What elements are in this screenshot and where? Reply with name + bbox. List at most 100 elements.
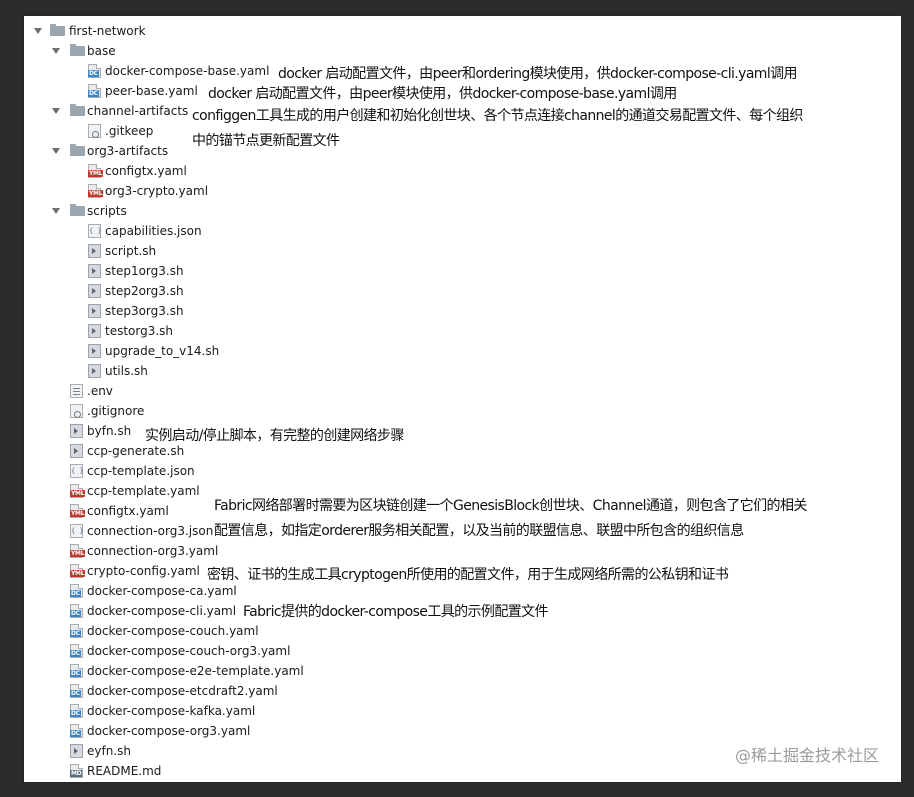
shell-script-icon (88, 264, 101, 278)
tree-file-row[interactable]: script.sh (24, 241, 901, 261)
ignore-file-icon (70, 404, 83, 418)
tree-file-row[interactable]: DC docker-compose-org3.yaml (24, 721, 901, 741)
tree-file-row[interactable]: YML configtx.yaml (24, 161, 901, 181)
annotation-configtx-line2: 配置信息，如指定orderer服务相关配置，以及当前的联盟信息、联盟中所包含的组… (214, 523, 744, 539)
tree-file-row[interactable]: step3org3.sh (24, 301, 901, 321)
file-type-badge: YML (88, 190, 104, 197)
tree-item-label: docker-compose-kafka.yaml (87, 704, 256, 718)
tree-file-row[interactable]: utils.sh (24, 361, 901, 381)
tree-item-label: step2org3.sh (105, 284, 184, 298)
docker-compose-file-icon: DC (88, 64, 101, 78)
file-type-badge: YML (70, 490, 86, 497)
tree-file-row[interactable]: capabilities.json (24, 221, 901, 241)
tree-file-row[interactable]: .gitignore (24, 401, 901, 421)
file-type-badge: YML (70, 510, 86, 517)
tree-item-label: org3-artifacts (87, 144, 169, 158)
json-file-icon (88, 224, 102, 238)
file-type-badge: DC (70, 610, 81, 617)
file-type-badge: YML (70, 570, 86, 577)
tree-folder-row[interactable]: first-network (24, 21, 901, 41)
expand-arrow-icon[interactable] (34, 28, 42, 34)
yaml-file-icon: YML (70, 484, 86, 498)
docker-compose-file-icon: DC (70, 684, 83, 698)
yaml-file-icon: YML (70, 544, 86, 558)
markdown-file-icon: MD (70, 764, 83, 778)
tree-folder-row[interactable]: scripts (24, 201, 901, 221)
tree-item-label: base (87, 44, 116, 58)
text-file-icon (70, 384, 83, 398)
tree-file-row[interactable]: testorg3.sh (24, 321, 901, 341)
tree-file-row[interactable]: DC docker-compose-kafka.yaml (24, 701, 901, 721)
tree-item-label: peer-base.yaml (105, 84, 198, 98)
shell-script-icon (88, 324, 101, 338)
tree-item-label: .gitignore (87, 404, 145, 418)
docker-compose-file-icon: DC (70, 604, 83, 618)
tree-file-row[interactable]: ccp-template.json (24, 461, 901, 481)
tree-item-label: crypto-config.yaml (87, 564, 200, 578)
tree-item-label: testorg3.sh (105, 324, 174, 338)
file-type-badge: DC (70, 590, 81, 597)
annotation-channel-artifacts-line2: 中的锚节点更新配置文件 (192, 133, 340, 149)
file-type-badge: DC (70, 690, 81, 697)
tree-item-label: ccp-template.yaml (87, 484, 200, 498)
tree-item-label: capabilities.json (105, 224, 202, 238)
docker-compose-file-icon: DC (70, 704, 83, 718)
tree-file-row[interactable]: DC docker-compose-couch.yaml (24, 621, 901, 641)
tree-file-row[interactable]: DC docker-compose-etcdraft2.yaml (24, 681, 901, 701)
file-type-badge: DC (88, 70, 99, 77)
expand-arrow-icon[interactable] (52, 208, 60, 214)
tree-item-label: channel-artifacts (87, 104, 189, 118)
tree-file-row[interactable]: upgrade_to_v14.sh (24, 341, 901, 361)
shell-script-icon (88, 284, 101, 298)
tree-item-label: configtx.yaml (87, 504, 169, 518)
docker-compose-file-icon: DC (70, 664, 83, 678)
folder-icon (50, 24, 65, 36)
annotation-docker-compose-cli: Fabric提供的docker-compose工具的示例配置文件 (243, 604, 549, 620)
file-tree: first-network base DC docker-compose-base.y… (24, 21, 901, 781)
docker-compose-file-icon: DC (70, 584, 83, 598)
tree-file-row[interactable]: DC docker-compose-e2e-template.yaml (24, 661, 901, 681)
tree-item-label: step1org3.sh (105, 264, 184, 278)
expand-arrow-icon[interactable] (52, 48, 60, 54)
tree-item-label: ccp-template.json (87, 464, 195, 478)
tree-item-label: org3-crypto.yaml (105, 184, 209, 198)
tree-item-label: upgrade_to_v14.sh (105, 344, 220, 358)
tree-item-label: docker-compose-ca.yaml (87, 584, 237, 598)
annotation-configtx-line1: Fabric网络部署时需要为区块链创建一个GenesisBlock创世块、Cha… (214, 498, 807, 514)
expand-arrow-icon[interactable] (52, 148, 60, 154)
tree-file-row[interactable]: YML connection-org3.yaml (24, 541, 901, 561)
tree-item-label: .env (87, 384, 113, 398)
yaml-file-icon: YML (70, 564, 86, 578)
tree-item-label: docker-compose-couch-org3.yaml (87, 644, 291, 658)
file-type-badge: DC (70, 710, 81, 717)
yaml-file-icon: YML (88, 184, 104, 198)
tree-folder-row[interactable]: base (24, 41, 901, 61)
tree-item-label: README.md (87, 764, 162, 778)
tree-file-row[interactable]: YML org3-crypto.yaml (24, 181, 901, 201)
watermark: @稀土掘金技术社区 (734, 746, 879, 765)
tree-file-row[interactable]: .env (24, 381, 901, 401)
tree-file-row[interactable]: step1org3.sh (24, 261, 901, 281)
tree-item-label: script.sh (105, 244, 157, 258)
tree-item-label: docker-compose-e2e-template.yaml (87, 664, 304, 678)
shell-script-icon (88, 244, 101, 258)
tree-file-row[interactable]: DC docker-compose-ca.yaml (24, 581, 901, 601)
ignore-file-icon (88, 124, 101, 138)
tree-folder-row[interactable]: org3-artifacts (24, 141, 901, 161)
annotation-docker-compose-base: docker 启动配置文件，由peer和ordering模块使用，供docker… (278, 66, 798, 82)
shell-script-icon (88, 364, 101, 378)
file-type-badge: DC (88, 90, 99, 97)
annotation-crypto-config: 密钥、证书的生成工具cryptogen所使用的配置文件，用于生成网络所需的公私钥… (207, 567, 729, 583)
yaml-file-icon: YML (88, 164, 104, 178)
shell-script-icon (88, 304, 101, 318)
tree-item-label: .gitkeep (105, 124, 154, 138)
shell-script-icon (70, 424, 83, 438)
file-type-badge: MD (70, 770, 83, 777)
tree-file-row[interactable]: DC docker-compose-couch-org3.yaml (24, 641, 901, 661)
annotation-peer-base: docker 启动配置文件，由peer模块使用，供docker-compose-… (208, 86, 677, 102)
shell-script-icon (70, 744, 83, 758)
tree-item-label: byfn.sh (87, 424, 132, 438)
expand-arrow-icon[interactable] (52, 108, 60, 114)
tree-file-row[interactable]: step2org3.sh (24, 281, 901, 301)
annotation-channel-artifacts-line1: configgen工具生成的用户创建和初始化创世块、各个节点连接channel的… (192, 108, 803, 124)
